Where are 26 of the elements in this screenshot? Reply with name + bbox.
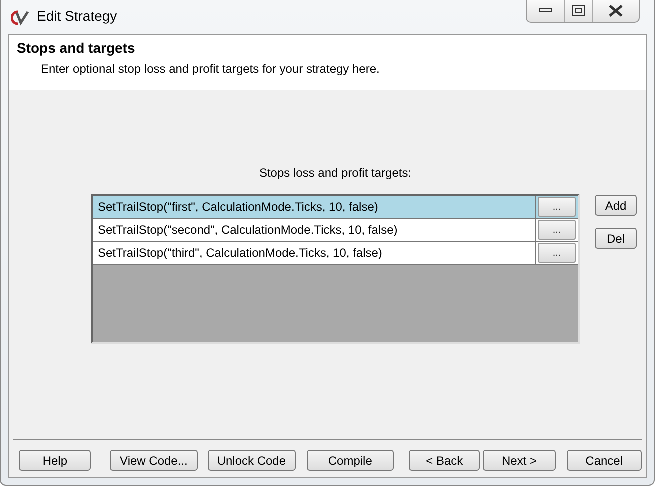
ellipsis-button[interactable]: ... (538, 220, 576, 240)
row-text: SetTrailStop("second", CalculationMode.Ticks, 10, false) (93, 219, 536, 241)
ellipsis-button[interactable]: ... (538, 243, 576, 263)
delete-button[interactable]: Del (595, 228, 637, 249)
window-title: Edit Strategy (37, 8, 118, 24)
footer-button[interactable]: Help (19, 450, 92, 471)
footer-button[interactable]: Compile (306, 450, 394, 471)
list-row[interactable]: SetTrailStop("first", CalculationMode.Ticks, 10, false) ... (93, 196, 578, 219)
footer-button[interactable]: Next > (483, 450, 556, 471)
page-description: Enter optional stop loss and profit targets for your strategy here. (41, 62, 381, 76)
ellipsis-button[interactable]: ... (538, 197, 576, 217)
maximize-icon (572, 5, 586, 17)
close-icon (608, 5, 624, 17)
footer-button[interactable]: < Back (408, 450, 480, 471)
app-logo-icon (11, 10, 31, 26)
row-text: SetTrailStop("first", CalculationMode.Ticks, 10, false) (93, 196, 536, 218)
footer-button[interactable]: View Code... (110, 450, 198, 471)
list-row[interactable]: SetTrailStop("third", CalculationMode.Ticks, 10, false) ... (93, 242, 578, 265)
add-button[interactable]: Add (595, 195, 637, 216)
list-row[interactable]: SetTrailStop("second", CalculationMode.Ticks, 10, false) ... (93, 219, 578, 242)
list-label: Stops loss and profit targets: (259, 166, 412, 180)
page-heading: Stops and targets (17, 40, 136, 56)
footer-button[interactable]: Unlock Code (208, 450, 296, 471)
minimize-icon (538, 8, 552, 14)
footer-button[interactable]: Cancel (566, 450, 642, 471)
row-text: SetTrailStop("third", CalculationMode.Ticks, 10, false) (93, 242, 536, 264)
